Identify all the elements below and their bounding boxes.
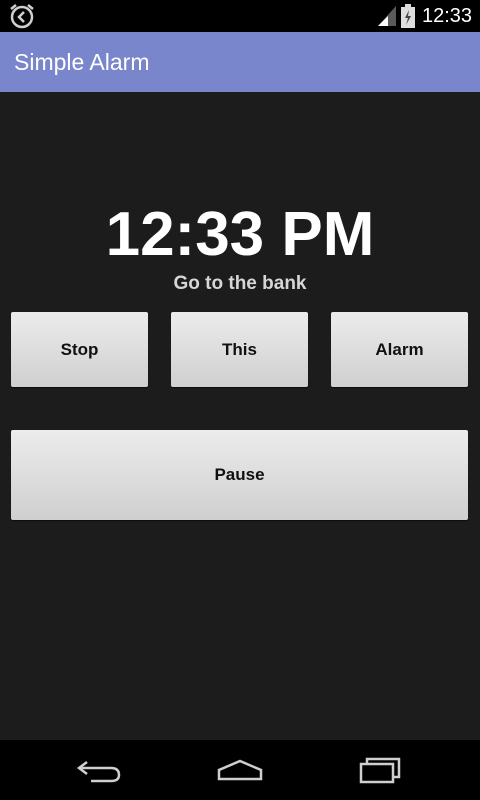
app-title: Simple Alarm: [14, 49, 150, 75]
alarm-button[interactable]: Alarm: [331, 312, 468, 387]
alarm-screen: 12:33 PM Go to the bank Stop This Alarm …: [0, 92, 480, 740]
this-button[interactable]: This: [171, 312, 308, 387]
recents-icon[interactable]: [355, 754, 405, 786]
stop-button[interactable]: Stop: [11, 312, 148, 387]
battery-icon: [401, 4, 415, 28]
pause-button[interactable]: Pause: [11, 430, 468, 520]
alarm-label: Go to the bank: [173, 273, 307, 294]
signal-icon: [378, 6, 396, 26]
status-clock: 12:33: [422, 5, 473, 27]
home-icon[interactable]: [215, 754, 265, 786]
alarm-time: 12:33 PM: [105, 200, 375, 269]
status-bar: 12:33: [0, 0, 480, 32]
navigation-bar: [0, 740, 480, 800]
back-icon[interactable]: [75, 754, 125, 786]
action-bar: Simple Alarm: [0, 32, 480, 92]
alarm-icon: [8, 3, 36, 29]
